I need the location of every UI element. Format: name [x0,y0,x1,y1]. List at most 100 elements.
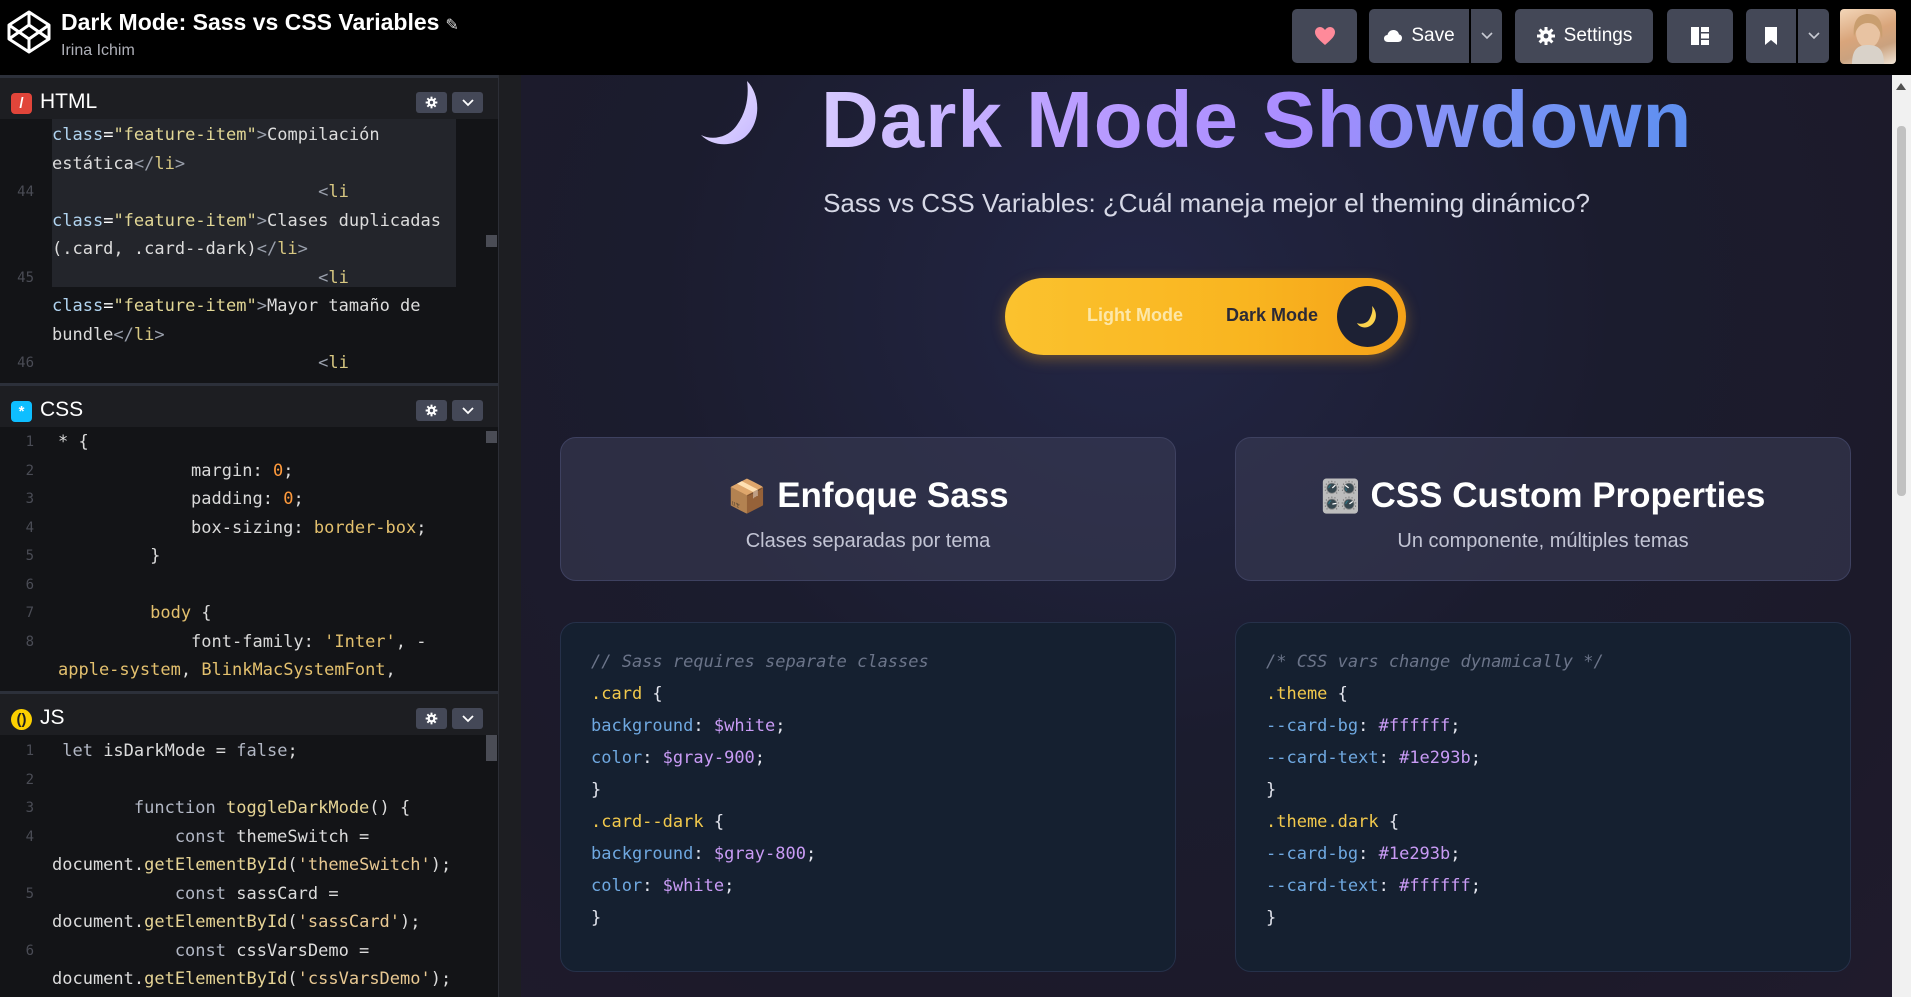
settings-button[interactable]: Settings [1515,9,1653,63]
code-token: < [52,267,329,288]
code-line: background: $gray-800; [591,844,816,864]
code-token: ( [287,969,298,989]
code-token: document. [52,855,145,875]
user-avatar[interactable] [1840,9,1896,64]
css-vars-card-subtitle: Un componente, múltiples temas [1397,530,1689,552]
code-token: ; [754,748,766,768]
code-token: padding [58,489,263,509]
code-line: <li [52,349,349,377]
line-number: 1 [25,743,34,759]
code-token: ; [1470,748,1481,768]
pencil-icon[interactable]: ✎ [445,17,458,34]
code-token: --card-text [1266,748,1379,768]
line-number: 7 [25,605,34,621]
html-icon: / [11,93,32,114]
code-token: 'Inter' [324,631,396,652]
code-line: function toggleDarkMode() { [52,794,410,822]
code-token: isDarkMode = [103,741,237,761]
window-scrollbar[interactable] [1892,75,1911,997]
code-token: class [52,296,104,316]
gear-icon [1536,27,1555,45]
scroll-up-arrow-icon[interactable] [1896,83,1906,90]
heart-button[interactable] [1292,9,1357,63]
code-token: < [52,182,329,202]
code-token: : [1378,876,1400,896]
code-line: --card-bg: #1e293b; [1266,844,1461,864]
code-line: /* CSS vars change dynamically */ [1266,652,1604,672]
code-token: > [174,153,186,174]
author-name[interactable]: Irina Ichim [61,42,135,60]
editor-panel: / HTML class="feature-item">Compilación e… [0,75,498,997]
js-collapse-button[interactable] [452,708,483,729]
html-code-area[interactable]: class="feature-item">Compilación estática… [0,119,498,383]
code-token: background [591,844,694,864]
css-icon: * [11,401,32,422]
code-token: > [256,210,267,231]
css-vars-card-title: 🎛️ CSS Custom Properties [1236,476,1850,516]
code-line: class="feature-item">Compilación [52,121,380,149]
resize-divider[interactable] [498,75,521,997]
js-scrollbar-thumb[interactable] [486,735,497,761]
save-label: Save [1411,25,1455,46]
code-token: getElementById [144,912,288,932]
code-token: $white [713,716,776,736]
css-collapse-button[interactable] [452,400,483,421]
code-token: border-box [313,517,417,538]
css-editor: * CSS 1 * {2 margin: 0; 3 padding: 0; 4 box… [0,383,498,691]
code-token: : [693,844,714,864]
line-number: 2 [25,462,34,479]
css-code-area[interactable]: 1 * {2 margin: 0; 3 padding: 0; 4 box-sizin… [0,427,498,691]
js-editor-header: () JS [0,691,498,735]
save-options-button[interactable] [1471,9,1502,63]
pen-title[interactable]: Dark Mode: Sass vs CSS Variables ✎ [61,9,459,36]
js-settings-button[interactable] [416,708,447,729]
pen-title-text[interactable]: Dark Mode: Sass vs CSS Variables [61,9,439,35]
html-settings-button[interactable] [416,92,447,113]
code-token: li [328,267,349,288]
code-token: #ffffff [1378,716,1451,736]
js-icon: () [11,709,32,730]
line-number: 6 [25,576,34,593]
save-button[interactable]: Save [1369,9,1469,63]
code-line: box-sizing: border-box; [58,514,426,542]
html-collapse-button[interactable] [452,92,483,113]
light-mode-option[interactable]: Light Mode [1087,305,1183,326]
line-number: 4 [25,519,34,536]
code-token: li [154,153,175,174]
code-token: </ [256,239,278,259]
change-view-button[interactable] [1667,9,1733,63]
code-token: bundle [52,324,114,345]
theme-toggle[interactable]: Light Mode Dark Mode [1005,278,1406,355]
code-token: --card-bg [1266,716,1359,736]
line-number: 1 [25,434,34,450]
cloud-icon [1384,30,1403,42]
code-line: --card-bg: #ffffff; [1266,716,1461,736]
code-token: } [591,908,602,928]
css-vars-card: 🎛️ CSS Custom Properties Un componente, m… [1235,437,1851,581]
code-token: ; [1450,844,1461,864]
bookmark-options-button[interactable] [1798,9,1829,63]
dark-mode-option[interactable]: Dark Mode [1226,305,1318,326]
code-token: } [58,546,161,566]
js-code-area[interactable]: 1 let isDarkMode = false; 2 3 function tog… [0,735,498,997]
css-scrollbar-thumb[interactable] [486,431,497,443]
settings-label: Settings [1563,25,1633,46]
css-settings-button[interactable] [416,400,447,421]
css-vars-code-block: /* CSS vars change dynamically */ .theme … [1235,622,1851,972]
code-token: ( [287,912,298,932]
code-token: .theme.dark [1266,812,1379,832]
code-token: > [256,125,267,145]
line-number: 44 [17,184,34,200]
html-scrollbar-thumb[interactable] [486,235,497,247]
window-scrollbar-thumb[interactable] [1897,126,1906,496]
code-token: Compilación [266,125,380,145]
code-line: const cssVarsDemo = [52,937,369,965]
codepen-logo-icon[interactable] [6,9,52,55]
sass-card-title: 📦 Enfoque Sass [561,476,1175,516]
code-token: const [52,826,237,847]
bookmark-button[interactable] [1746,9,1796,63]
code-token: "feature-item" [113,296,257,316]
code-token: : [262,489,284,509]
theme-switch-knob[interactable] [1337,286,1398,347]
code-line: color: $gray-900; [591,748,765,768]
